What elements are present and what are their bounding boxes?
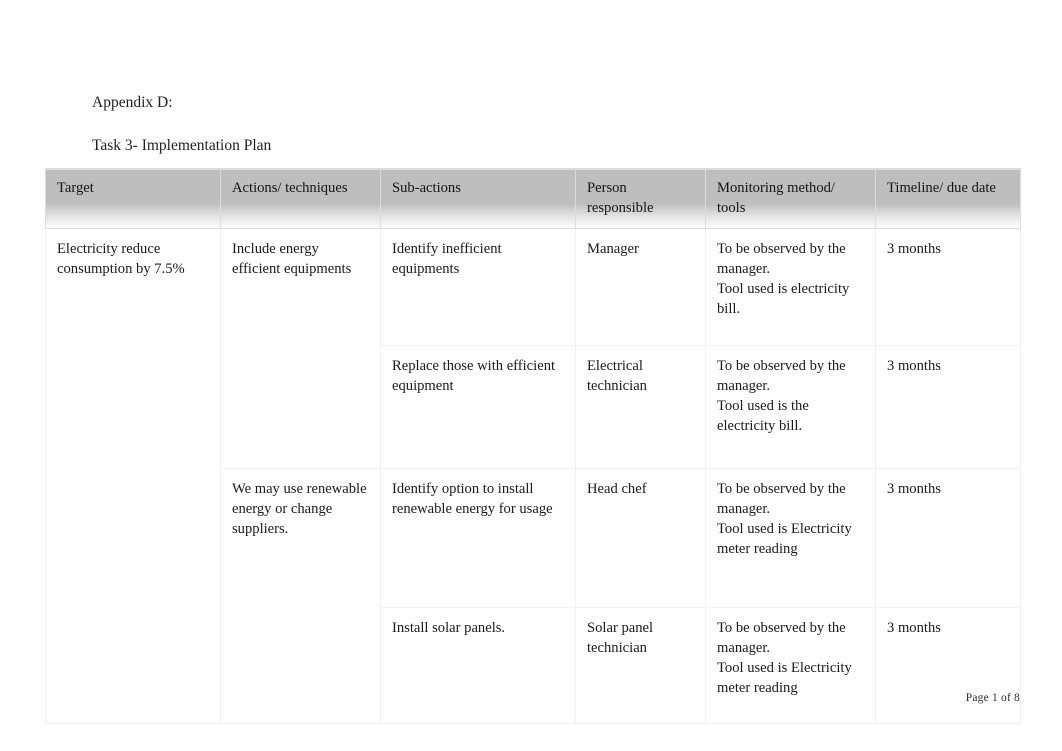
cell-monitoring-1: To be observed by the manager. Tool used …	[705, 228, 876, 346]
cell-timeline-2: 3 months	[875, 345, 1021, 469]
table-header-row: Target Actions/ techniques Sub-actions P…	[45, 168, 1021, 229]
cell-timeline-3: 3 months	[875, 468, 1021, 608]
cell-monitoring-3: To be observed by the manager. Tool used …	[705, 468, 876, 608]
implementation-plan-table: Target Actions/ techniques Sub-actions P…	[45, 168, 1021, 724]
column-header-timeline: Timeline/ due date	[875, 168, 1021, 229]
cell-sub-action-4: Install solar panels.	[380, 607, 576, 724]
cell-action-1: Include energy efficient equipments	[220, 228, 381, 469]
column-header-monitoring-method: Monitoring method/ tools	[705, 168, 876, 229]
cell-target: Electricity reduce consumption by 7.5%	[45, 228, 221, 724]
table-body: Electricity reduce consumption by 7.5% I…	[45, 228, 1021, 724]
column-header-target: Target	[45, 168, 221, 229]
page-title: Task 3- Implementation Plan	[92, 137, 272, 154]
cell-person-1: Manager	[575, 228, 706, 346]
cell-person-2: Electrical technician	[575, 345, 706, 469]
cell-sub-action-1: Identify inefficient equipments	[380, 228, 576, 346]
appendix-label: Appendix D:	[92, 94, 173, 111]
column-header-sub-actions: Sub-actions	[380, 168, 576, 229]
cell-sub-action-2: Replace those with efficient equipment	[380, 345, 576, 469]
document-page: Appendix D: Task 3- Implementation Plan …	[0, 0, 1062, 751]
cell-sub-action-3: Identify option to install renewable ene…	[380, 468, 576, 608]
page-footer: Page 1 of 8	[0, 692, 1020, 704]
cell-timeline-4: 3 months	[875, 607, 1021, 724]
table-row: Electricity reduce consumption by 7.5% I…	[45, 228, 1021, 724]
column-header-person-responsible: Person responsible	[575, 168, 706, 229]
cell-monitoring-4: To be observed by the manager. Tool used …	[705, 607, 876, 724]
cell-person-3: Head chef	[575, 468, 706, 608]
cell-monitoring-2: To be observed by the manager. Tool used …	[705, 345, 876, 469]
page-number-label: Page 1 of 8	[965, 692, 1020, 704]
cell-timeline-1: 3 months	[875, 228, 1021, 346]
cell-person-4: Solar panel technician	[575, 607, 706, 724]
cell-action-2: We may use renewable energy or change su…	[220, 468, 381, 724]
implementation-plan-table-wrapper: Target Actions/ techniques Sub-actions P…	[45, 168, 1021, 724]
table-row-header: Target Actions/ techniques Sub-actions P…	[45, 168, 1021, 229]
column-header-actions: Actions/ techniques	[220, 168, 381, 229]
